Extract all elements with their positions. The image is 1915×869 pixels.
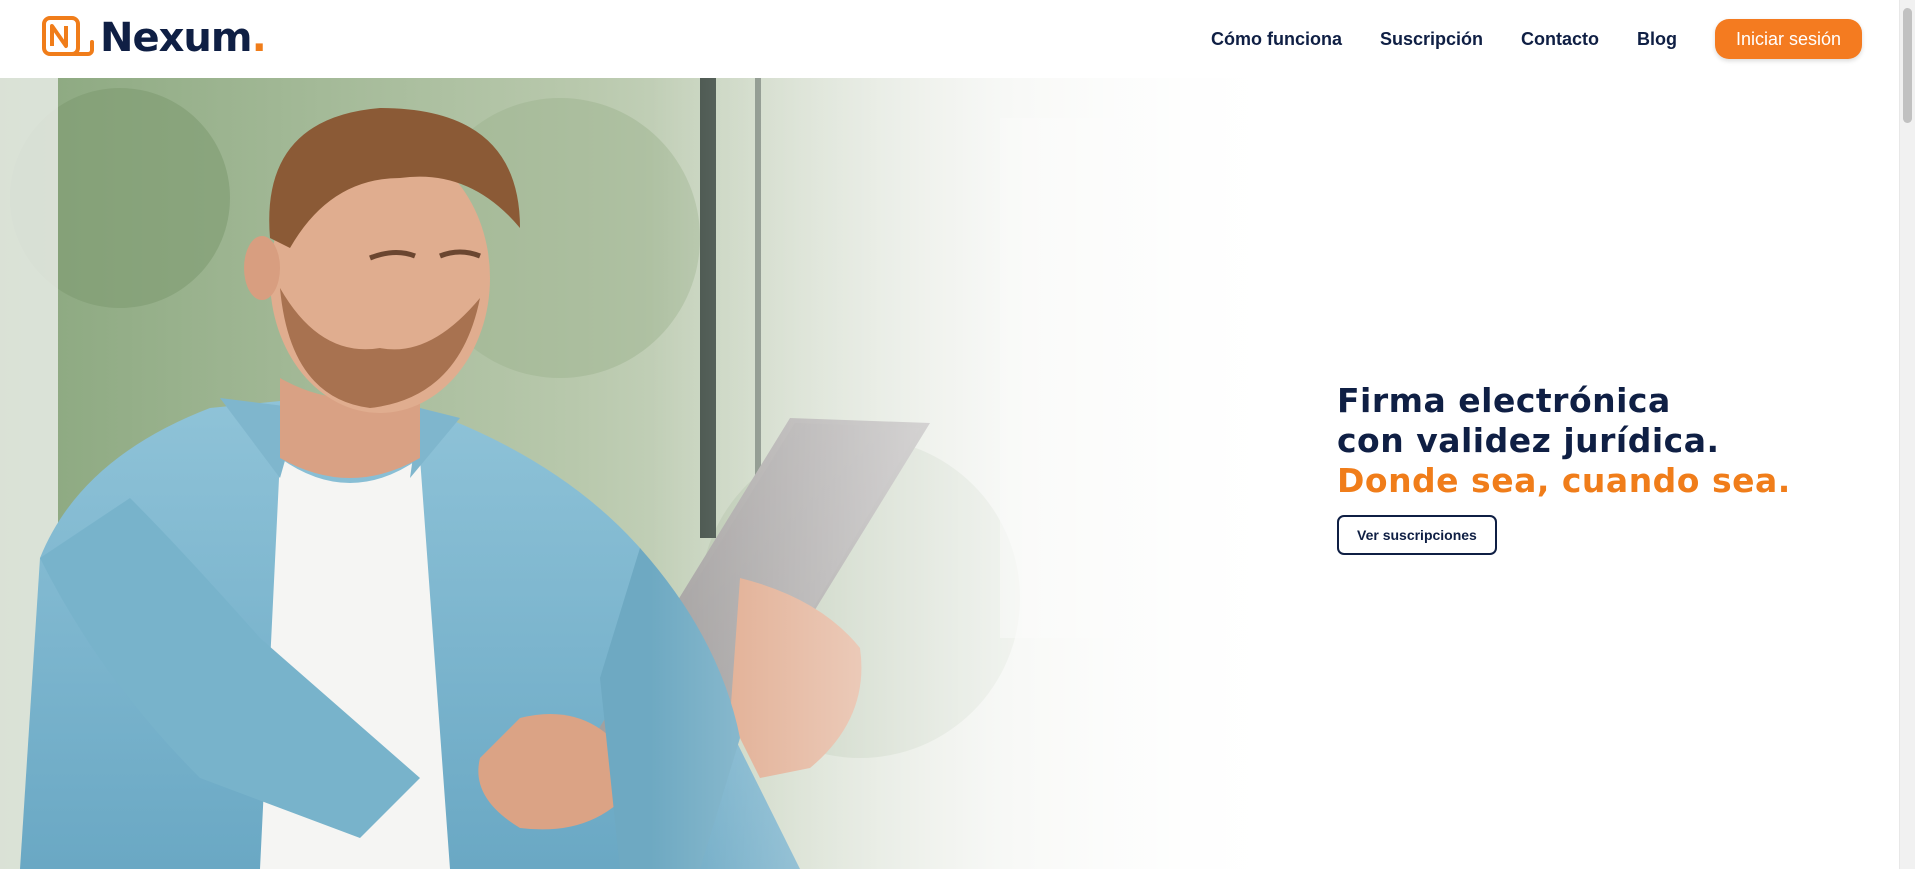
nexum-logo-icon (42, 16, 94, 56)
login-button[interactable]: Iniciar sesión (1715, 19, 1862, 59)
headline-accent: Donde sea, cuando sea. (1337, 461, 1791, 500)
nav-link-blog[interactable]: Blog (1637, 29, 1677, 50)
main-nav: Cómo funciona Suscripción Contacto Blog … (1211, 0, 1900, 78)
brand-logo[interactable]: Nexum. (40, 12, 267, 64)
scrollbar-thumb[interactable] (1903, 8, 1912, 123)
ver-suscripciones-button[interactable]: Ver suscripciones (1337, 515, 1497, 555)
hero-photo-fade (0, 78, 1300, 869)
hero-text-block: Firma electrónica con validez jurídica. … (1337, 381, 1791, 555)
site-header: Nexum. Cómo funciona Suscripción Contact… (0, 0, 1900, 78)
nav-link-contacto[interactable]: Contacto (1521, 29, 1599, 50)
hero-headline: Firma electrónica con validez jurídica. … (1337, 381, 1791, 501)
headline-line-2: con validez jurídica. (1337, 421, 1720, 460)
brand-name: Nexum. (100, 15, 267, 61)
nav-link-suscripcion[interactable]: Suscripción (1380, 29, 1483, 50)
nav-link-como-funciona[interactable]: Cómo funciona (1211, 29, 1342, 50)
headline-line-1: Firma electrónica (1337, 381, 1671, 420)
hero-section: Firma electrónica con validez jurídica. … (0, 78, 1900, 869)
page-scrollbar[interactable] (1899, 0, 1915, 869)
